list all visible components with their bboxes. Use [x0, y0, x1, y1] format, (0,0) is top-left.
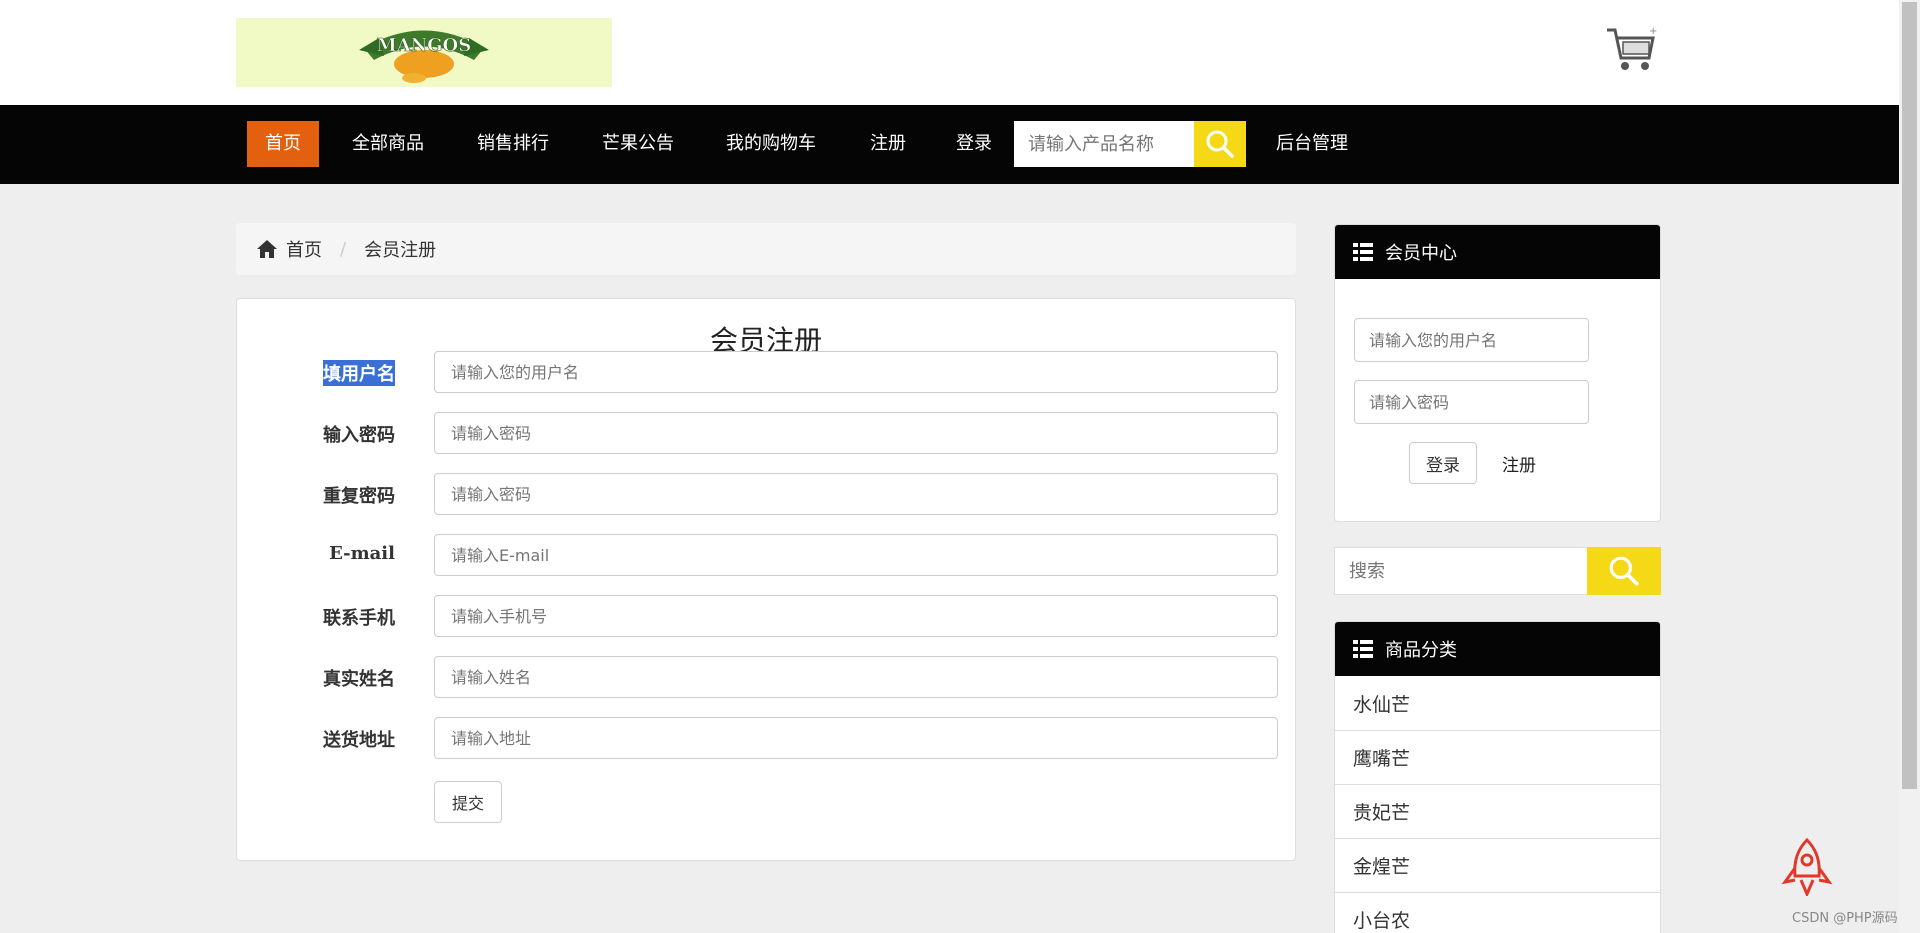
- email-field[interactable]: [434, 534, 1278, 576]
- member-center-box: 会员中心 登录 注册: [1334, 224, 1661, 522]
- password-field[interactable]: [434, 412, 1278, 454]
- sidebar-search-button[interactable]: [1587, 547, 1661, 595]
- nav-item-announcement[interactable]: 芒果公告: [584, 121, 692, 167]
- list-icon: [1353, 640, 1373, 658]
- main-nav: 首页 全部商品 销售排行 芒果公告 我的购物车 注册 登录 后台管理: [0, 105, 1899, 184]
- form-row-address: 送货地址: [237, 717, 1295, 759]
- nav-item-register[interactable]: 注册: [852, 121, 924, 167]
- form-row-phone: 联系手机: [237, 595, 1295, 637]
- realname-label: 真实姓名: [323, 669, 395, 690]
- category-item[interactable]: 金煌芒: [1335, 838, 1660, 892]
- category-box: 商品分类 水仙芒 鹰嘴芒 贵妃芒 金煌芒 小台农: [1334, 621, 1661, 933]
- site-logo[interactable]: MANGOS: [236, 18, 612, 87]
- list-icon: [1353, 243, 1373, 261]
- address-field[interactable]: [434, 717, 1278, 759]
- repeat-password-label: 重复密码: [323, 486, 395, 507]
- shopping-cart-icon[interactable]: +: [1603, 24, 1659, 76]
- nav-search-button[interactable]: [1194, 121, 1246, 167]
- nav-item-login[interactable]: 登录: [938, 121, 1010, 167]
- category-item[interactable]: 水仙芒: [1335, 676, 1660, 730]
- password-label: 输入密码: [323, 425, 395, 446]
- scrollbar-thumb[interactable]: [1902, 2, 1917, 789]
- form-row-realname: 真实姓名: [237, 656, 1295, 698]
- category-header: 商品分类: [1335, 622, 1660, 676]
- nav-item-my-cart[interactable]: 我的购物车: [708, 121, 834, 167]
- svg-text:+: +: [1649, 26, 1657, 37]
- search-icon: [1206, 130, 1234, 158]
- page-scrollbar[interactable]: [1899, 0, 1920, 933]
- breadcrumb: 首页 / 会员注册: [236, 223, 1296, 275]
- repeat-password-field[interactable]: [434, 473, 1278, 515]
- category-title: 商品分类: [1385, 640, 1457, 661]
- submit-button[interactable]: 提交: [434, 781, 502, 823]
- phone-label: 联系手机: [323, 608, 395, 629]
- phone-field[interactable]: [434, 595, 1278, 637]
- sidebar-search-input[interactable]: [1334, 547, 1587, 595]
- category-item[interactable]: 鹰嘴芒: [1335, 730, 1660, 784]
- realname-field[interactable]: [434, 656, 1278, 698]
- category-item[interactable]: 小台农: [1335, 892, 1660, 933]
- mango-logo-icon: MANGOS: [359, 30, 489, 83]
- form-row-email: E-mail: [237, 534, 1295, 576]
- member-password-input[interactable]: [1354, 380, 1589, 424]
- form-row-username: 填用户名: [237, 351, 1295, 393]
- breadcrumb-current: 会员注册: [364, 240, 437, 261]
- register-panel: 会员注册 填用户名 输入密码 重复密码 E-mail 联系手机 真实姓名 送货地…: [236, 298, 1296, 861]
- member-username-input[interactable]: [1354, 318, 1589, 362]
- search-icon: [1609, 556, 1639, 586]
- back-to-top-rocket-icon[interactable]: [1781, 837, 1833, 898]
- email-label: E-mail: [329, 543, 395, 564]
- sidebar-search: [1334, 547, 1661, 595]
- username-label: 填用户名: [323, 360, 395, 386]
- nav-item-sales-rank[interactable]: 销售排行: [459, 121, 567, 167]
- breadcrumb-separator: /: [340, 238, 347, 260]
- member-login-button[interactable]: 登录: [1409, 442, 1477, 484]
- breadcrumb-home-link[interactable]: 首页: [286, 236, 322, 262]
- username-field[interactable]: [434, 351, 1278, 393]
- category-item[interactable]: 贵妃芒: [1335, 784, 1660, 838]
- form-row-password: 输入密码: [237, 412, 1295, 454]
- logo-text: MANGOS: [377, 35, 471, 56]
- watermark: CSDN @PHP源码: [1792, 911, 1898, 926]
- member-register-link[interactable]: 注册: [1502, 451, 1536, 476]
- address-label: 送货地址: [323, 730, 395, 751]
- site-header: MANGOS +: [0, 0, 1899, 105]
- nav-item-all-products[interactable]: 全部商品: [334, 121, 442, 167]
- nav-item-home[interactable]: 首页: [247, 121, 319, 167]
- nav-item-admin[interactable]: 后台管理: [1258, 121, 1366, 167]
- form-row-repeat-password: 重复密码: [237, 473, 1295, 515]
- member-center-title: 会员中心: [1385, 243, 1457, 264]
- nav-search-input[interactable]: [1014, 121, 1194, 167]
- home-icon: [257, 240, 277, 258]
- member-center-header: 会员中心: [1335, 225, 1660, 279]
